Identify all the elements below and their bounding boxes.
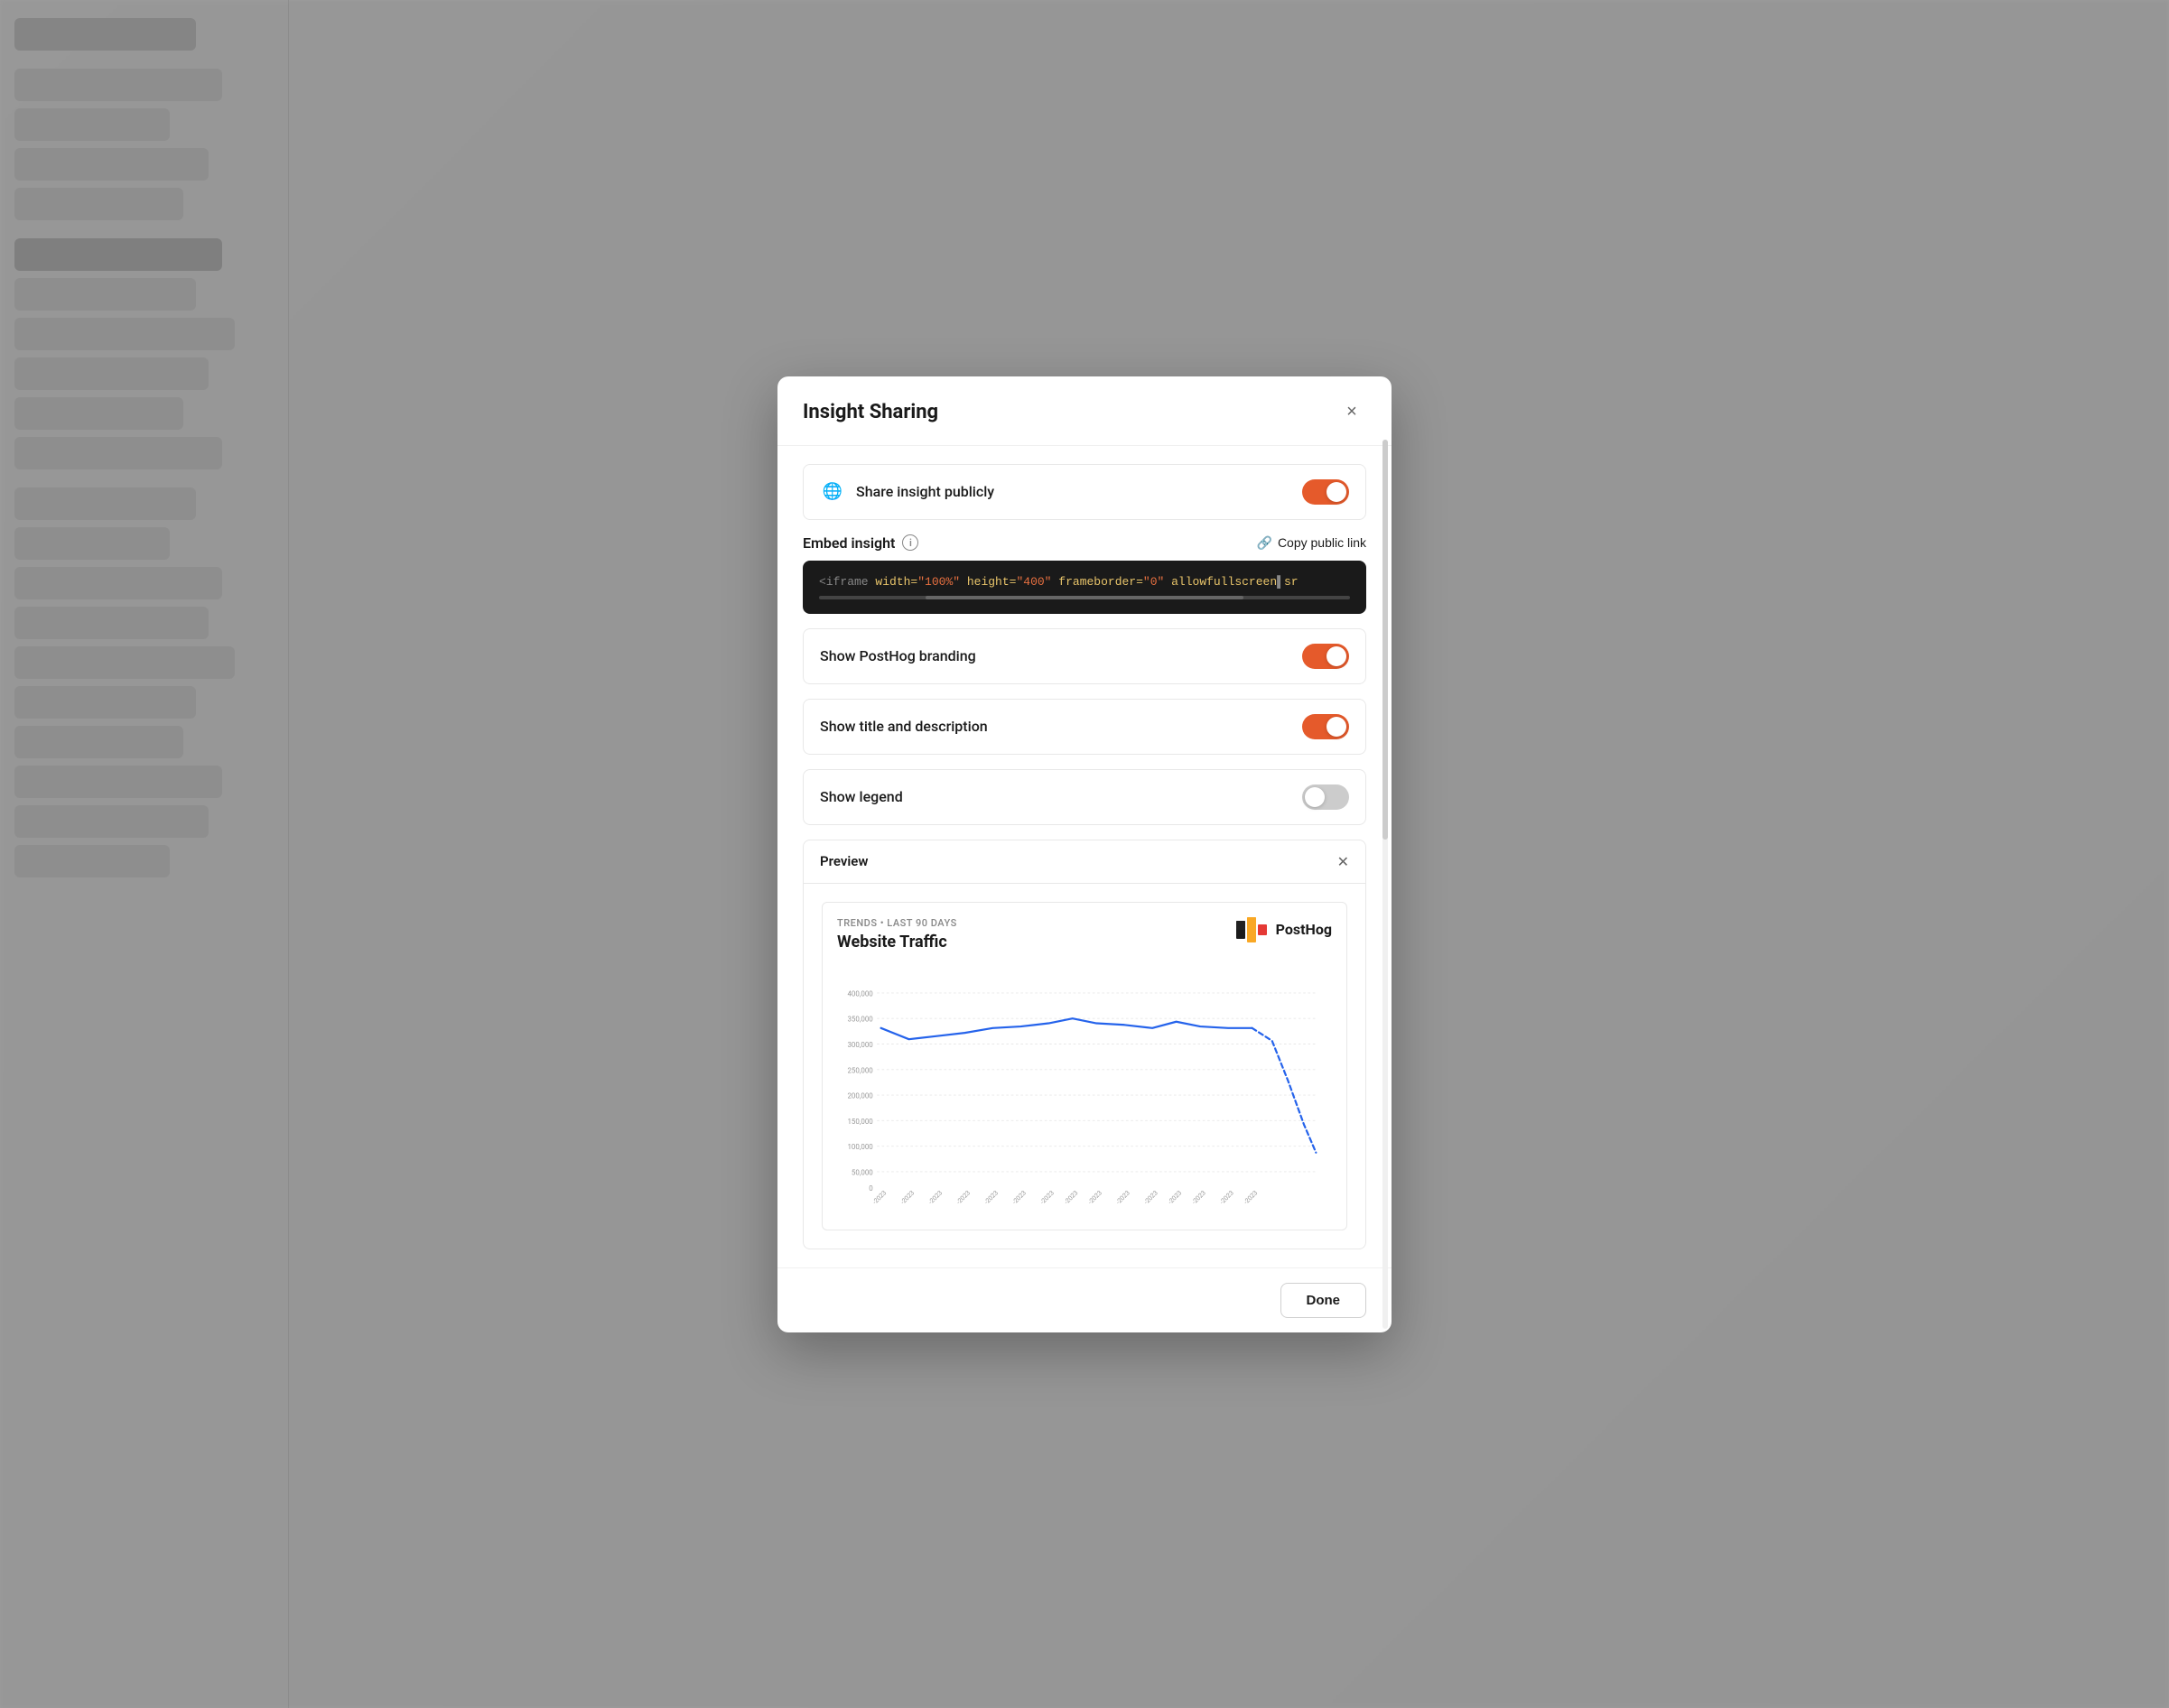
modal-close-button[interactable]: × [1337, 398, 1366, 427]
chart-container: TRENDS • LAST 90 DAYS Website Traffic [822, 902, 1347, 1230]
chart-top: TRENDS • LAST 90 DAYS Website Traffic [837, 917, 1332, 951]
show-title-label: Show title and description [820, 718, 988, 735]
posthog-logo: PostHog [1236, 917, 1332, 942]
svg-text:-2023: -2023 [926, 1188, 944, 1205]
svg-text:-2023: -2023 [1114, 1188, 1131, 1205]
preview-section: Preview ✕ TRENDS • LAST 90 DAYS Website … [803, 840, 1366, 1249]
done-button[interactable]: Done [1280, 1283, 1367, 1318]
copy-public-link-button[interactable]: 🔗 Copy public link [1257, 535, 1367, 551]
modal-footer: Done [777, 1267, 1392, 1332]
info-icon-text: i [909, 537, 912, 549]
share-insight-row: 🌐 Share insight publicly [803, 464, 1366, 520]
show-title-toggle[interactable] [1302, 714, 1349, 739]
svg-text:-2023: -2023 [1142, 1188, 1159, 1205]
svg-text:-2023: -2023 [1010, 1188, 1028, 1205]
svg-text:0: 0 [869, 1184, 873, 1193]
posthog-logo-icon [1236, 917, 1269, 942]
embed-label-text: Embed insight [803, 534, 895, 552]
modal-body: 🌐 Share insight publicly Embed insight i… [777, 446, 1392, 1267]
share-insight-label: Share insight publicly [856, 483, 994, 500]
modal-overlay: Insight Sharing × 🌐 Share insight public… [0, 0, 2169, 1708]
svg-text:-2023: -2023 [870, 1188, 888, 1205]
chart-line-solid [881, 1018, 1252, 1039]
chart-svg-wrapper: 400,000 350,000 300,000 250,000 200,000 … [837, 962, 1332, 1215]
show-branding-row: Show PostHog branding [803, 628, 1366, 684]
svg-text:150,000: 150,000 [847, 1117, 873, 1125]
show-legend-left: Show legend [820, 788, 903, 805]
posthog-logo-text: PostHog [1276, 921, 1332, 938]
embed-header: Embed insight i 🔗 Copy public link [803, 534, 1366, 552]
show-title-row: Show title and description [803, 699, 1366, 755]
preview-chevron-icon: ✕ [1337, 853, 1349, 870]
show-branding-toggle[interactable] [1302, 644, 1349, 669]
globe-icon: 🌐 [820, 479, 845, 505]
link-icon: 🔗 [1257, 535, 1272, 551]
show-legend-row: Show legend [803, 769, 1366, 825]
modal-scrollbar-thumb [1382, 440, 1388, 840]
copy-link-label: Copy public link [1278, 535, 1366, 550]
show-title-left: Show title and description [820, 718, 988, 735]
svg-text:-2023: -2023 [1218, 1188, 1235, 1205]
svg-text:-2023: -2023 [982, 1188, 1000, 1205]
show-branding-label: Show PostHog branding [820, 647, 976, 664]
svg-text:-2023: -2023 [898, 1188, 916, 1205]
svg-text:-2023: -2023 [1038, 1188, 1056, 1205]
code-scrollbar [819, 596, 1350, 599]
chart-meta: TRENDS • LAST 90 DAYS [837, 917, 957, 929]
svg-text:-2023: -2023 [1166, 1188, 1183, 1205]
share-insight-toggle[interactable] [1302, 479, 1349, 505]
svg-text:-2023: -2023 [1062, 1188, 1079, 1205]
modal-title: Insight Sharing [803, 401, 938, 423]
embed-info-icon[interactable]: i [902, 534, 918, 551]
chart-svg: 400,000 350,000 300,000 250,000 200,000 … [837, 962, 1332, 1215]
embed-code-block[interactable]: <iframe width="100%" height="400" frameb… [803, 561, 1366, 614]
svg-text:300,000: 300,000 [847, 1041, 873, 1049]
svg-text:-2023: -2023 [1086, 1188, 1103, 1205]
modal-header: Insight Sharing × [777, 376, 1392, 446]
preview-header[interactable]: Preview ✕ [803, 840, 1366, 884]
svg-text:50,000: 50,000 [852, 1168, 873, 1176]
insight-sharing-modal: Insight Sharing × 🌐 Share insight public… [777, 376, 1392, 1332]
preview-label: Preview [820, 853, 868, 869]
svg-text:200,000: 200,000 [847, 1091, 873, 1100]
show-branding-left: Show PostHog branding [820, 647, 976, 664]
svg-text:-2023: -2023 [1190, 1188, 1207, 1205]
show-legend-label: Show legend [820, 788, 903, 805]
svg-text:350,000: 350,000 [847, 1015, 873, 1023]
svg-text:100,000: 100,000 [847, 1143, 873, 1151]
svg-text:-2023: -2023 [954, 1188, 972, 1205]
code-tag-open: <iframe [819, 575, 875, 589]
svg-text:250,000: 250,000 [847, 1066, 873, 1074]
chart-line-dashed [1252, 1027, 1317, 1152]
svg-text:400,000: 400,000 [847, 989, 873, 998]
show-legend-toggle[interactable] [1302, 784, 1349, 810]
embed-code-text: <iframe width="100%" height="400" frameb… [819, 575, 1350, 589]
chart-meta-block: TRENDS • LAST 90 DAYS Website Traffic [837, 917, 957, 951]
embed-label: Embed insight i [803, 534, 918, 552]
share-insight-left: 🌐 Share insight publicly [820, 479, 994, 505]
chart-title: Website Traffic [837, 933, 957, 951]
code-scrollbar-thumb [926, 596, 1244, 599]
preview-content: TRENDS • LAST 90 DAYS Website Traffic [803, 884, 1366, 1249]
modal-scrollbar [1382, 440, 1388, 1329]
svg-text:-2023: -2023 [1242, 1188, 1259, 1205]
